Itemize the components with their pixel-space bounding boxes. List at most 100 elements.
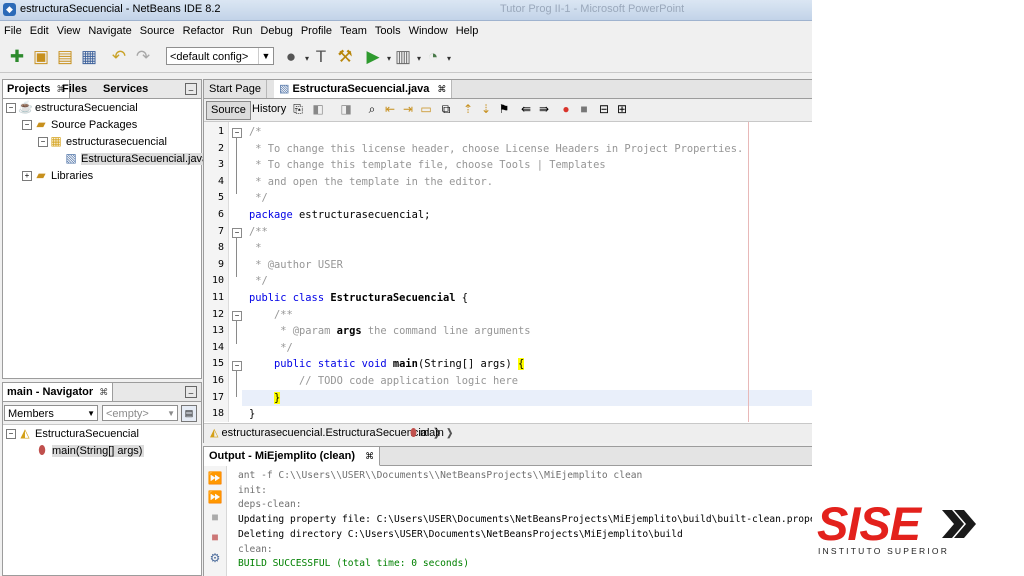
tab-start-page[interactable]: Start Page <box>204 80 267 98</box>
tree-item-java-file[interactable]: ▧ EstructuraSecuencial.java <box>64 150 211 166</box>
menu-run[interactable]: Run <box>228 21 256 41</box>
stop-build-icon[interactable]: ■ <box>207 529 223 545</box>
close-icon[interactable]: ⌘ <box>99 387 108 397</box>
code-editor: Start Page ▧ EstructuraSecuencial.java ⌘ … <box>203 79 812 443</box>
menu-team[interactable]: Team <box>336 21 371 41</box>
history-button[interactable]: History <box>248 101 290 118</box>
tab-java-file[interactable]: ▧ EstructuraSecuencial.java ⌘ <box>274 80 453 98</box>
menu-tools[interactable]: Tools <box>371 21 405 41</box>
fold-toggle-icon[interactable]: − <box>232 311 242 321</box>
tree-item-project[interactable]: ☕ estructuraSecuencial <box>18 99 138 115</box>
shift-left-icon[interactable]: ⇚ <box>518 101 534 118</box>
menu-source[interactable]: Source <box>136 21 179 41</box>
previous-bookmark-icon[interactable]: ⇡ <box>460 101 476 118</box>
run-icon[interactable]: ▶ <box>362 46 391 70</box>
debug-icon[interactable]: ▥ <box>392 46 421 70</box>
config-select[interactable]: <default config> ▼ <box>166 47 274 65</box>
source-button[interactable]: Source <box>206 101 251 120</box>
menu-edit[interactable]: Edit <box>26 21 53 41</box>
tab-files[interactable]: Files <box>58 80 91 98</box>
line-number: 14 <box>211 341 224 353</box>
tree-item-label: Libraries <box>51 170 94 182</box>
minimize-icon[interactable]: _ <box>185 83 197 95</box>
tab-output[interactable]: Output - MiEjemplito (clean) ⌘ <box>204 447 381 466</box>
toggle-rect-select-icon[interactable]: ⧉ <box>438 101 454 118</box>
menu-view[interactable]: View <box>53 21 85 41</box>
ant-settings-icon[interactable]: ⚙ <box>207 550 223 566</box>
stop-macro-icon[interactable]: ■ <box>576 101 592 118</box>
current-line-highlight <box>242 389 812 407</box>
globe-icon[interactable]: ● <box>280 46 309 70</box>
collapse-toggle-icon[interactable]: − <box>6 103 16 113</box>
record-macro-icon[interactable]: ● <box>558 101 574 118</box>
code-line: public class EstructuraSecuencial { <box>249 292 468 304</box>
class-icon: ◭ <box>210 427 219 439</box>
navigator-panel: main - Navigator ⌘ _ Members ▼ <empty> ▼ ▤ … <box>2 382 202 576</box>
fold-toggle-icon[interactable]: − <box>232 128 242 138</box>
profile-icon[interactable]: ◔ <box>422 46 451 70</box>
toggle-bookmark-icon[interactable]: ⚑ <box>496 101 512 118</box>
fold-toggle-icon[interactable]: − <box>232 361 242 371</box>
output-panel: Output - MiEjemplito (clean) ⌘ ⏩ ⏩ ■ ■ ⚙ … <box>203 446 812 576</box>
find-next-icon[interactable]: ⇥ <box>400 101 416 118</box>
undo-icon[interactable]: ↶ <box>108 46 130 68</box>
collapse-toggle-icon[interactable]: − <box>22 120 32 130</box>
tree-item-libraries[interactable]: ▰ Libraries <box>34 167 93 183</box>
tab-navigator[interactable]: main - Navigator ⌘ <box>3 383 114 401</box>
build-hammer-icon[interactable]: T <box>310 46 332 68</box>
clean-build-icon[interactable]: ⚒ <box>334 46 356 68</box>
toggle-highlight-icon[interactable]: ▭ <box>418 101 434 118</box>
tree-item-class[interactable]: ◭ EstructuraSecuencial <box>18 425 139 441</box>
menu-debug[interactable]: Debug <box>256 21 296 41</box>
members-filter-select[interactable]: Members ▼ <box>4 405 98 421</box>
breadcrumb-class[interactable]: ◭ estructurasecuencial.EstructuraSecuenc… <box>210 424 442 443</box>
navigator-options-icon[interactable]: ▤ <box>181 405 197 422</box>
breadcrumb-method[interactable]: ⬮ main ❯ <box>410 424 453 443</box>
collapse-toggle-icon[interactable]: − <box>38 137 48 147</box>
open-project-icon[interactable]: ▤ <box>54 46 76 68</box>
menu-navigate[interactable]: Navigate <box>84 21 135 41</box>
method-icon: ⬮ <box>410 427 417 439</box>
fold-guide <box>236 238 237 277</box>
comment-icon[interactable]: ⊟ <box>596 101 612 118</box>
code-line: */ <box>249 341 293 354</box>
menu-file[interactable]: File <box>0 21 26 41</box>
find-icon[interactable]: ⌕ <box>364 101 380 118</box>
last-edit-icon[interactable]: ⎘ <box>290 101 306 118</box>
code-line: } <box>249 390 281 407</box>
tree-item-method[interactable]: ⬮ main(String[] args) <box>35 442 145 458</box>
menu-refactor[interactable]: Refactor <box>179 21 229 41</box>
uncomment-icon[interactable]: ⊞ <box>614 101 630 118</box>
output-line: Deleting directory C:\Users\USER\Documen… <box>238 528 683 540</box>
menu-window[interactable]: Window <box>405 21 452 41</box>
new-project-icon[interactable]: ▣ <box>30 46 52 68</box>
close-icon[interactable]: ⌘ <box>437 84 446 94</box>
save-all-icon[interactable]: ▦ <box>78 46 100 68</box>
tree-item-source-packages[interactable]: ▰ Source Packages <box>34 116 137 132</box>
tree-item-package[interactable]: ▦ estructurasecuencial <box>49 133 167 149</box>
shift-right-icon[interactable]: ⇛ <box>536 101 552 118</box>
tab-services[interactable]: Services <box>99 80 152 98</box>
minimize-icon[interactable]: _ <box>185 386 197 398</box>
navigator-tabs: main - Navigator ⌘ _ <box>3 383 201 402</box>
stop-icon[interactable]: ■ <box>207 509 223 525</box>
rerun-icon[interactable]: ⏩ <box>207 470 223 486</box>
collapse-toggle-icon[interactable]: − <box>6 429 16 439</box>
next-bookmark-icon[interactable]: ⇣ <box>478 101 494 118</box>
code-area[interactable]: 1 2 3 4 5 6 7 8 9 10 11 12 13 14 15 16 1… <box>204 122 812 422</box>
back-icon[interactable]: ◧ <box>310 101 326 118</box>
find-previous-icon[interactable]: ⇤ <box>382 101 398 118</box>
libraries-icon: ▰ <box>36 168 46 182</box>
fold-toggle-icon[interactable]: − <box>232 228 242 238</box>
expand-toggle-icon[interactable]: + <box>22 171 32 181</box>
close-icon[interactable]: ⌘ <box>365 451 374 461</box>
menu-profile[interactable]: Profile <box>297 21 336 41</box>
tree-item-label: main(String[] args) <box>52 445 145 457</box>
empty-filter-select[interactable]: <empty> ▼ <box>102 405 178 421</box>
menu-help[interactable]: Help <box>452 21 483 41</box>
rerun-with-args-icon[interactable]: ⏩ <box>207 489 223 505</box>
redo-icon[interactable]: ↷ <box>132 46 154 68</box>
new-file-icon[interactable]: ✚ <box>6 46 28 68</box>
line-number: 15 <box>211 358 224 370</box>
forward-icon[interactable]: ◨ <box>338 101 354 118</box>
